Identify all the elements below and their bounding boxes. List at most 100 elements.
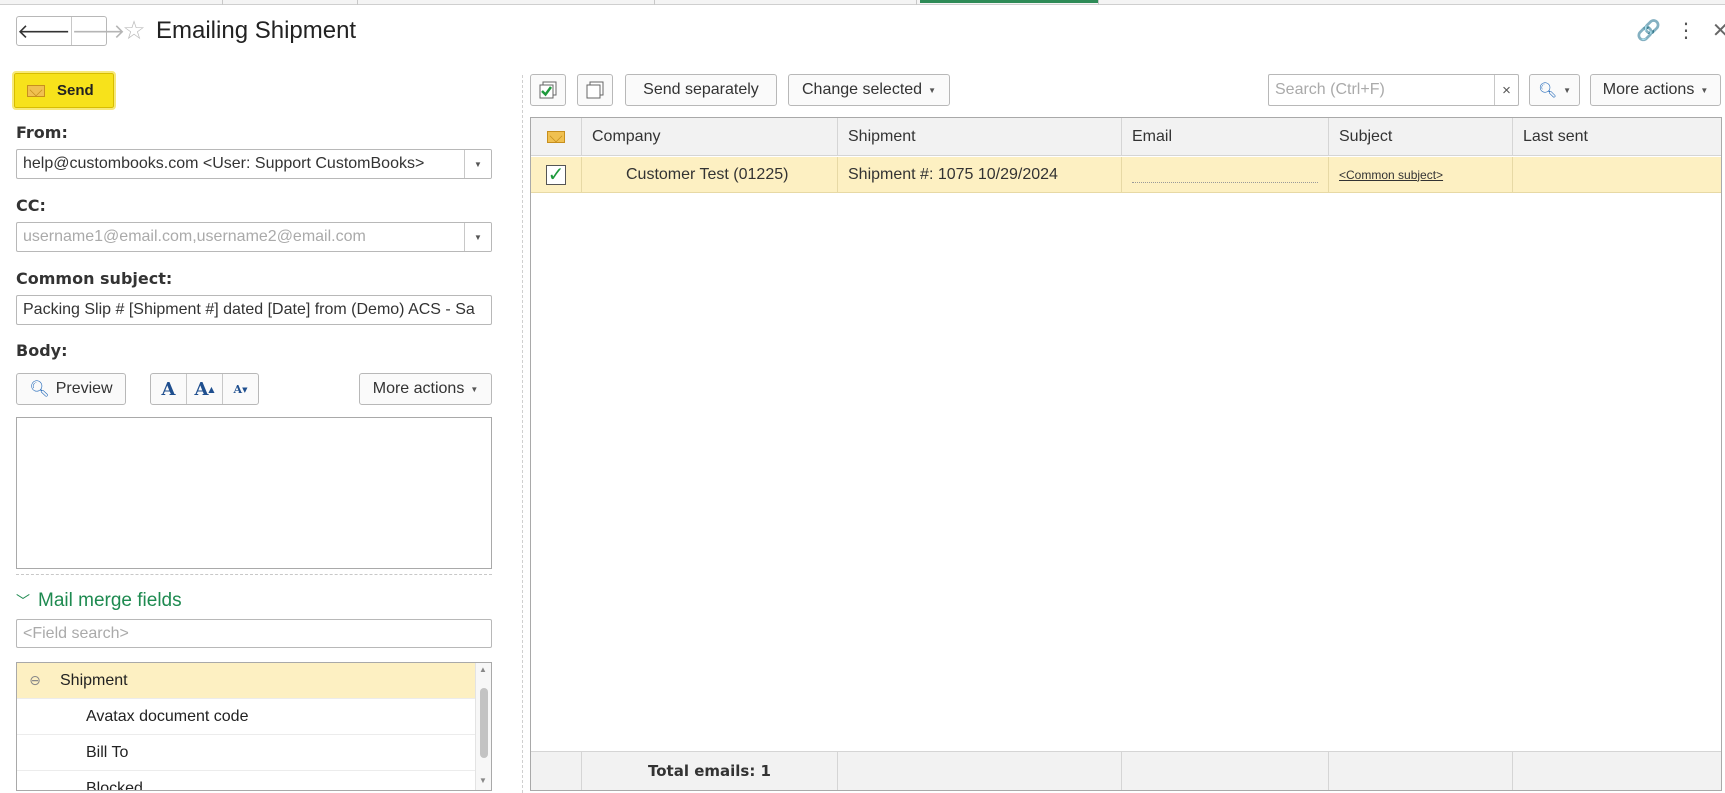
- row-checkbox-cell[interactable]: ✓: [531, 157, 582, 192]
- tab-separator: [1098, 0, 1099, 5]
- tab-separator: [654, 0, 655, 5]
- caret-down-icon: ▼: [1563, 85, 1571, 95]
- email-cell[interactable]: [1122, 157, 1329, 192]
- cc-label: CC:: [16, 196, 46, 215]
- column-header-subject[interactable]: Subject: [1329, 118, 1513, 155]
- check-all-icon: [539, 81, 557, 99]
- last-sent-cell: [1513, 157, 1721, 192]
- decrease-font-button[interactable]: A ▼: [222, 374, 258, 404]
- send-separately-button[interactable]: Send separately: [625, 74, 777, 106]
- table-header: Company Shipment Email Subject Last sent: [531, 118, 1721, 156]
- search-icon: 🔍︎: [29, 381, 50, 398]
- table-search-input[interactable]: Search (Ctrl+F) ×: [1268, 74, 1519, 106]
- collapse-icon[interactable]: ⊖: [20, 672, 50, 689]
- change-selected-button[interactable]: Change selected ▼: [788, 74, 950, 106]
- clear-search-icon[interactable]: ×: [1494, 75, 1518, 105]
- tab-separator: [916, 0, 917, 5]
- footer-cell: [838, 752, 1122, 790]
- favorite-star-icon[interactable]: ☆: [120, 16, 148, 44]
- send-button-label: Send: [57, 82, 94, 99]
- search-options-button[interactable]: 🔍︎ ▼: [1529, 74, 1580, 106]
- common-subject-field[interactable]: Packing Slip # [Shipment #] dated [Date]…: [16, 295, 492, 325]
- tree-scrollbar[interactable]: ▲ ▼: [475, 663, 491, 790]
- tab-separator: [222, 0, 223, 5]
- field-search-placeholder: <Field search>: [23, 624, 129, 642]
- checkmark-icon: ✓: [547, 163, 565, 186]
- scroll-up-icon[interactable]: ▲: [479, 665, 487, 674]
- tree-group-shipment[interactable]: ⊖ Shipment: [17, 663, 475, 699]
- check-all-button[interactable]: [530, 74, 566, 106]
- tree-item[interactable]: Avatax document code: [17, 699, 475, 735]
- caret-down-icon: ▼: [1700, 85, 1709, 95]
- active-tab-indicator[interactable]: [920, 0, 1098, 3]
- page-title: Emailing Shipment: [156, 17, 357, 44]
- footer-cell: [1122, 752, 1329, 790]
- mail-merge-label: Mail merge fields: [38, 590, 182, 611]
- cc-placeholder: username1@email.com,username2@email.com: [23, 228, 366, 245]
- tree-item[interactable]: Blocked: [17, 771, 475, 791]
- field-search-input[interactable]: <Field search>: [16, 619, 492, 648]
- triangle-down-icon: ▼: [474, 159, 482, 169]
- caret-down-icon: ▼: [470, 384, 479, 394]
- arrow-left-icon: 🡐: [17, 20, 71, 43]
- tree-group-label: Shipment: [60, 671, 128, 689]
- bold-font-button[interactable]: A: [151, 374, 186, 404]
- body-more-actions-button[interactable]: More actions ▼: [359, 373, 492, 405]
- column-header-company[interactable]: Company: [582, 118, 838, 155]
- cc-field[interactable]: username1@email.com,username2@email.com …: [16, 222, 492, 252]
- cc-dropdown-button[interactable]: ▼: [464, 223, 491, 251]
- uncheck-all-button[interactable]: [577, 74, 613, 106]
- panel-splitter[interactable]: [522, 75, 523, 793]
- common-subject-link[interactable]: <Common subject>: [1339, 168, 1443, 182]
- chevron-down-icon: ﹀: [16, 593, 30, 609]
- merge-fields-tree: ⊖ Shipment Avatax document code Bill To …: [16, 662, 492, 791]
- tab-strip: [0, 0, 1725, 5]
- body-editor[interactable]: [16, 417, 492, 569]
- total-emails: Total emails: 1: [582, 752, 838, 790]
- envelope-icon: [547, 130, 565, 143]
- common-subject-value: Packing Slip # [Shipment #] dated [Date]…: [23, 301, 475, 318]
- table-footer: Total emails: 1: [531, 751, 1721, 790]
- tab-separator: [357, 0, 358, 5]
- link-icon[interactable]: 🔗: [1636, 18, 1661, 44]
- company-cell[interactable]: Customer Test (01225): [582, 157, 838, 192]
- from-label: From:: [16, 123, 68, 142]
- from-field[interactable]: help@custombooks.com <User: Support Cust…: [16, 149, 492, 179]
- footer-cell: [1513, 752, 1721, 790]
- row-checkbox[interactable]: ✓: [546, 163, 566, 186]
- tree-item[interactable]: Bill To: [17, 735, 475, 771]
- column-header-shipment[interactable]: Shipment: [838, 118, 1122, 155]
- shipment-cell[interactable]: Shipment #: 1075 10/29/2024: [838, 157, 1122, 192]
- table-row[interactable]: ✓ Customer Test (01225) Shipment #: 1075…: [531, 157, 1721, 193]
- subject-cell[interactable]: <Common subject>: [1329, 157, 1513, 192]
- from-value: help@custombooks.com <User: Support Cust…: [23, 155, 425, 172]
- footer-cell: [531, 752, 582, 790]
- footer-cell: [1329, 752, 1513, 790]
- more-menu-icon[interactable]: ⋮: [1676, 18, 1696, 44]
- column-header-last-sent[interactable]: Last sent: [1513, 118, 1721, 155]
- mail-merge-toggle[interactable]: ﹀ Mail merge fields: [16, 590, 182, 612]
- body-label: Body:: [16, 341, 68, 360]
- section-divider: [16, 574, 492, 575]
- column-header-email[interactable]: Email: [1122, 118, 1329, 155]
- grid-more-actions-button[interactable]: More actions ▼: [1590, 74, 1721, 106]
- preview-button[interactable]: 🔍︎ Preview: [16, 373, 126, 405]
- back-button[interactable]: 🡐: [17, 17, 71, 45]
- font-size-group: A A ▲ A ▼: [150, 373, 259, 405]
- send-button[interactable]: Send: [12, 71, 116, 110]
- from-dropdown-button[interactable]: ▼: [464, 150, 491, 178]
- preview-button-label: Preview: [55, 380, 113, 397]
- uncheck-all-icon: [586, 81, 604, 99]
- column-header-mail[interactable]: [531, 118, 582, 155]
- scroll-thumb[interactable]: [480, 688, 488, 758]
- envelope-icon: [27, 84, 45, 97]
- increase-font-button[interactable]: A ▲: [186, 374, 222, 404]
- forward-button[interactable]: 🡒: [70, 17, 126, 45]
- caret-down-icon: ▼: [928, 85, 936, 95]
- triangle-down-icon: ▼: [474, 232, 482, 242]
- search-icon: 🔍︎: [1538, 82, 1558, 99]
- scroll-down-icon[interactable]: ▼: [479, 776, 487, 785]
- arrow-right-icon: 🡒: [71, 20, 126, 43]
- close-icon[interactable]: ✕: [1712, 18, 1725, 44]
- email-value[interactable]: [1132, 169, 1318, 183]
